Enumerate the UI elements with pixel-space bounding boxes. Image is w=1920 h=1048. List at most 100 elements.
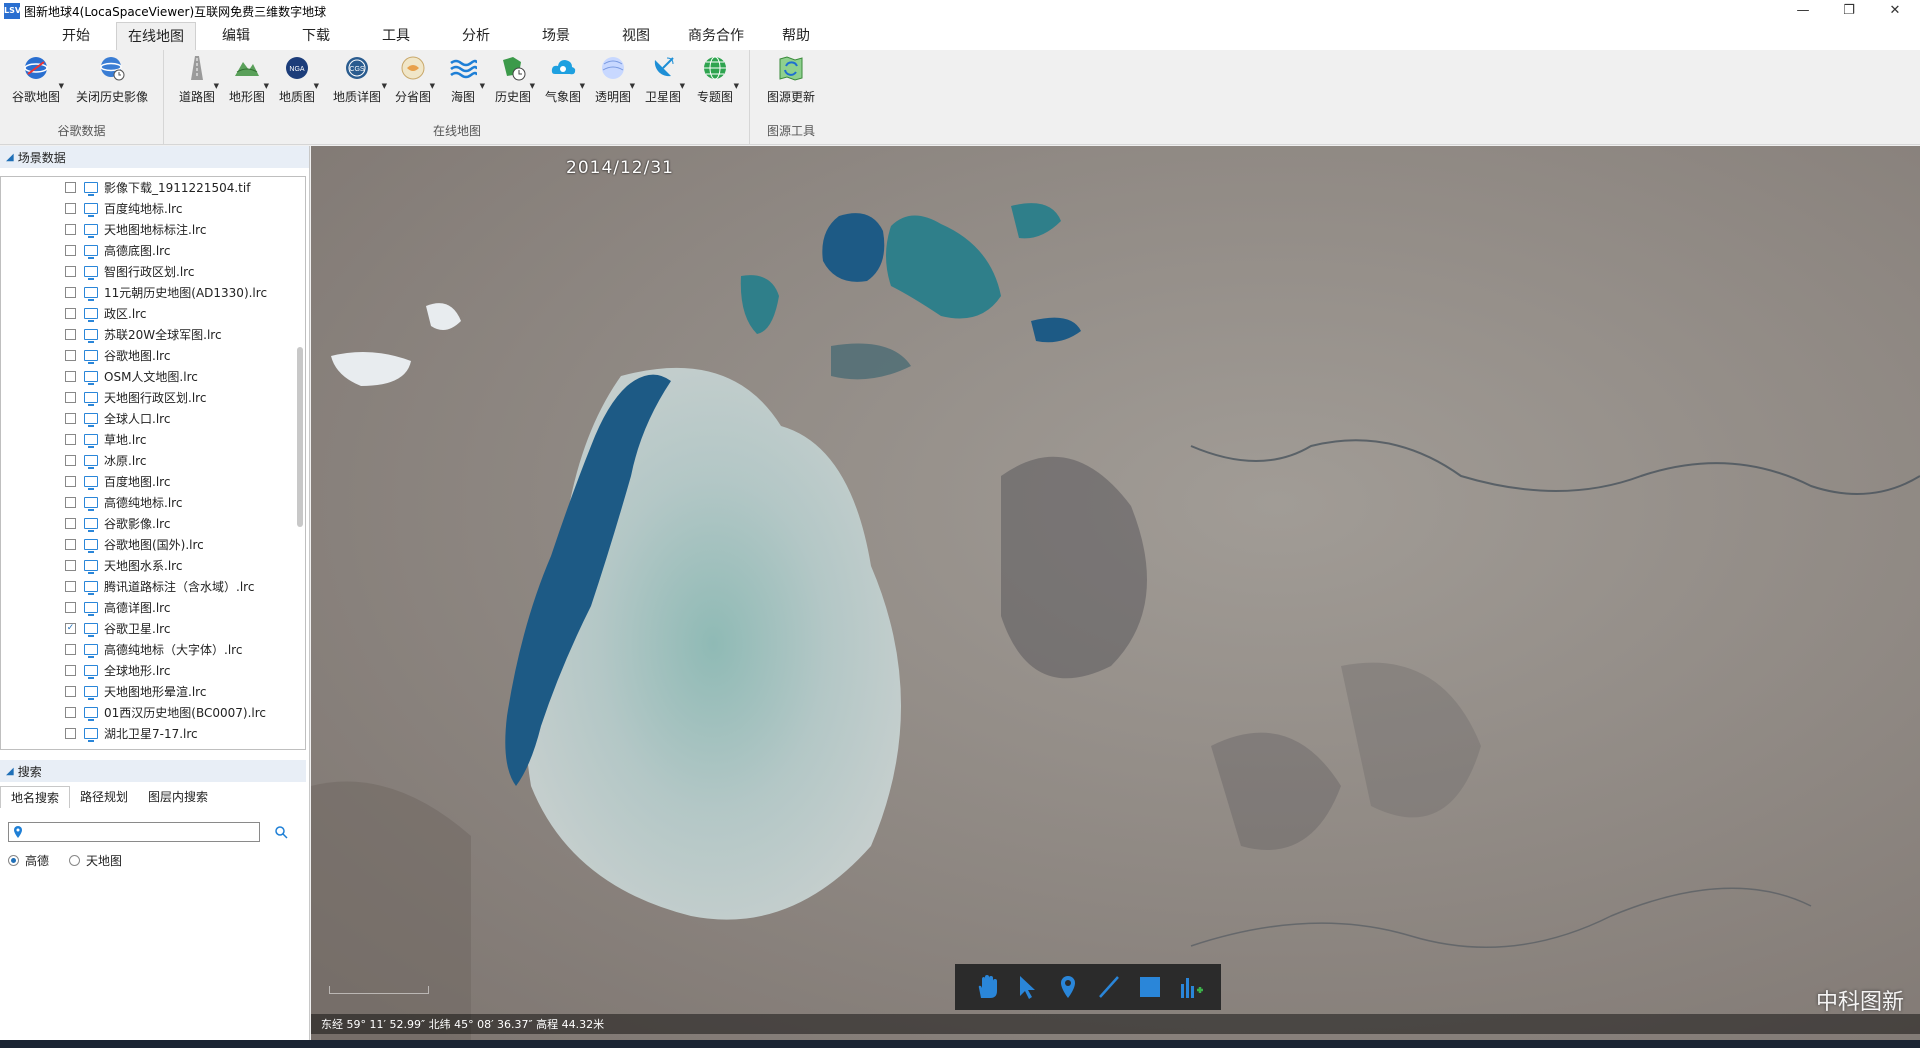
layer-checkbox[interactable] [65, 644, 76, 655]
menu-tab-tools[interactable]: 工具 [356, 22, 436, 50]
transparent-map-button[interactable]: ▼ 透明图 [593, 54, 635, 110]
layer-checkbox[interactable] [65, 266, 76, 277]
map-view[interactable]: 2014/12/31 中科图新 东经 59° 11′ 52.99″ 北纬 45°… [311, 146, 1920, 1040]
chevron-down-icon[interactable]: ▼ [314, 82, 319, 90]
layer-checkbox[interactable] [65, 350, 76, 361]
menu-tab-download[interactable]: 下载 [276, 22, 356, 50]
layer-checkbox[interactable] [65, 434, 76, 445]
layer-checkbox[interactable] [65, 686, 76, 697]
layer-checkbox[interactable] [65, 476, 76, 487]
pan-hand-icon[interactable] [973, 974, 999, 1000]
chevron-down-icon[interactable]: ▼ [580, 82, 585, 90]
select-arrow-icon[interactable] [1014, 974, 1040, 1000]
layer-item[interactable]: 全球地形.lrc [1, 660, 305, 681]
layer-item[interactable]: 天地图地形晕渲.lrc [1, 681, 305, 702]
sea-map-button[interactable]: ▼ 海图 [443, 54, 485, 110]
weather-map-button[interactable]: ▼ 气象图 [543, 54, 585, 110]
thematic-map-button[interactable]: ▼ 专题图 [693, 54, 739, 110]
menu-tab-scene[interactable]: 场景 [516, 22, 596, 50]
layer-item[interactable]: 高德纯地标.lrc [1, 492, 305, 513]
layer-item[interactable]: 天地图水系.lrc [1, 555, 305, 576]
layer-checkbox[interactable] [65, 602, 76, 613]
radio-gaode[interactable] [8, 855, 19, 866]
layer-item[interactable]: 冰原.lrc [1, 450, 305, 471]
layer-item[interactable]: 高德底图.lrc [1, 240, 305, 261]
layer-item[interactable]: 草地.lrc [1, 429, 305, 450]
chevron-down-icon[interactable]: ▼ [480, 82, 485, 90]
collapse-triangle-icon[interactable]: ◢ [6, 766, 14, 777]
chevron-down-icon[interactable]: ▼ [734, 82, 739, 90]
layer-item[interactable]: 全球人口.lrc [1, 408, 305, 429]
layer-checkbox[interactable] [65, 539, 76, 550]
layer-item[interactable]: 天地图行政区划.lrc [1, 387, 305, 408]
road-map-button[interactable]: ▼ 道路图 [177, 54, 219, 110]
layer-checkbox[interactable] [65, 371, 76, 382]
layer-checkbox[interactable] [65, 329, 76, 340]
layer-item[interactable]: 高德详图.lrc [1, 597, 305, 618]
layer-item[interactable]: 天地图地标标注.lrc [1, 219, 305, 240]
history-map-button[interactable]: ▼ 历史图 [493, 54, 535, 110]
search-input[interactable] [29, 823, 249, 841]
close-history-image-button[interactable]: 关闭历史影像 [74, 54, 150, 110]
search-icon[interactable] [274, 825, 288, 839]
layer-item[interactable]: 智图行政区划.lrc [1, 261, 305, 282]
layer-checkbox[interactable] [65, 245, 76, 256]
google-map-button[interactable]: ▼ 谷歌地图 [10, 54, 64, 110]
layer-item[interactable]: 百度地图.lrc [1, 471, 305, 492]
layer-list-scrollbar[interactable] [297, 347, 303, 527]
menu-tab-business[interactable]: 商务合作 [676, 22, 756, 50]
layer-item[interactable]: 腾讯道路标注（含水域）.lrc [1, 576, 305, 597]
layer-checkbox[interactable]: ✓ [65, 623, 76, 634]
chevron-down-icon[interactable]: ▼ [530, 82, 535, 90]
layer-item[interactable]: 谷歌影像.lrc [1, 513, 305, 534]
chevron-down-icon[interactable]: ▼ [382, 82, 387, 90]
minimize-button[interactable]: — [1780, 0, 1826, 22]
search-header[interactable]: ◢ 搜索 [0, 760, 306, 782]
layer-item[interactable]: 百度纯地标.lrc [1, 198, 305, 219]
geology-detail-map-button[interactable]: CGS ▼ 地质详图 [329, 54, 387, 110]
province-map-button[interactable]: ▼ 分省图 [393, 54, 435, 110]
satellite-map-button[interactable]: ▼ 卫星图 [643, 54, 685, 110]
placemark-icon[interactable] [1055, 974, 1081, 1000]
menu-tab-help[interactable]: 帮助 [756, 22, 836, 50]
layer-checkbox[interactable] [65, 560, 76, 571]
tab-place-search[interactable]: 地名搜索 [0, 786, 71, 808]
restore-button[interactable]: ❐ [1826, 0, 1872, 22]
layer-checkbox[interactable] [65, 455, 76, 466]
layer-item[interactable]: 政区.lrc [1, 303, 305, 324]
layer-checkbox[interactable] [65, 665, 76, 676]
layer-checkbox[interactable] [65, 518, 76, 529]
layer-checkbox[interactable] [65, 308, 76, 319]
tab-route-planning[interactable]: 路径规划 [70, 786, 138, 808]
chevron-down-icon[interactable]: ▼ [680, 82, 685, 90]
layer-item[interactable]: 湖北卫星7-17.lrc [1, 723, 305, 744]
layer-checkbox[interactable] [65, 224, 76, 235]
chart-add-icon[interactable] [1178, 974, 1204, 1000]
chevron-down-icon[interactable]: ▼ [59, 82, 64, 90]
layer-checkbox[interactable] [65, 707, 76, 718]
layer-checkbox[interactable] [65, 203, 76, 214]
source-update-button[interactable]: 图源更新 [765, 54, 817, 110]
layer-checkbox[interactable] [65, 413, 76, 424]
layer-item[interactable]: 谷歌地图(国外).lrc [1, 534, 305, 555]
line-draw-icon[interactable] [1096, 974, 1122, 1000]
geology-map-button[interactable]: NGA ▼ 地质图 [277, 54, 319, 110]
menu-tab-online-map[interactable]: 在线地图 [116, 22, 196, 50]
menu-tab-edit[interactable]: 编辑 [196, 22, 276, 50]
layer-item[interactable]: 苏联20W全球军图.lrc [1, 324, 305, 345]
layer-item[interactable]: 高德纯地标（大字体）.lrc [1, 639, 305, 660]
chevron-down-icon[interactable]: ▼ [630, 82, 635, 90]
layer-checkbox[interactable] [65, 581, 76, 592]
close-button[interactable]: ✕ [1872, 0, 1918, 22]
menu-tab-start[interactable]: 开始 [36, 22, 116, 50]
menu-tab-analysis[interactable]: 分析 [436, 22, 516, 50]
layer-item[interactable]: 影像下载_1911221504.tif [1, 177, 305, 198]
layer-checkbox[interactable] [65, 392, 76, 403]
collapse-triangle-icon[interactable]: ◢ [6, 152, 14, 163]
chevron-down-icon[interactable]: ▼ [264, 82, 269, 90]
radio-tianditu[interactable] [69, 855, 81, 866]
layer-item[interactable]: 11元朝历史地图(AD1330).lrc [1, 282, 305, 303]
chevron-down-icon[interactable]: ▼ [430, 82, 435, 90]
layer-checkbox[interactable] [65, 182, 76, 193]
layer-item[interactable]: 谷歌地图.lrc [1, 345, 305, 366]
